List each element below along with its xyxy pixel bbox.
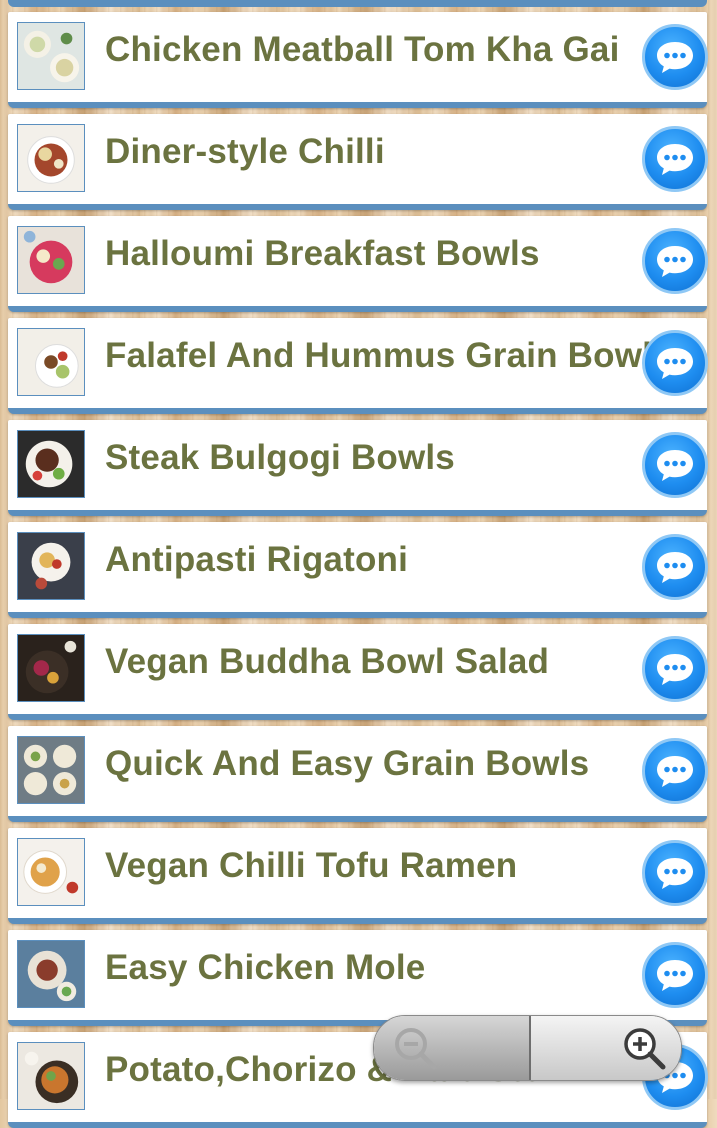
recipe-list: Chicken Meatball Tom Kha Gai Diner-style… — [0, 0, 717, 1128]
zoom-in-button[interactable] — [528, 1016, 681, 1080]
recipe-thumbnail — [17, 838, 85, 906]
recipe-thumbnail — [17, 736, 85, 804]
recipe-item[interactable]: Vegan Chilli Tofu Ramen — [8, 828, 708, 924]
recipe-item[interactable]: Halloumi Breakfast Bowls — [8, 216, 708, 312]
comment-button[interactable] — [642, 636, 708, 702]
zoom-in-icon — [624, 1028, 666, 1070]
comment-button[interactable] — [642, 330, 708, 396]
chat-bubble-icon — [657, 858, 693, 889]
recipe-thumbnail — [17, 532, 85, 600]
recipe-thumbnail — [17, 226, 85, 294]
recipe-item[interactable]: Chicken Meatball Tom Kha Gai — [8, 12, 708, 108]
recipe-title: Diner-style Chilli — [105, 132, 385, 171]
comment-button[interactable] — [642, 942, 708, 1008]
chat-bubble-icon — [657, 42, 693, 73]
recipe-title: Steak Bulgogi Bowls — [105, 438, 455, 477]
recipe-title: Chicken Meatball Tom Kha Gai — [105, 30, 620, 69]
chat-bubble-icon — [657, 246, 693, 277]
recipe-title: Vegan Chilli Tofu Ramen — [105, 846, 518, 885]
recipe-thumbnail — [17, 634, 85, 702]
recipe-thumbnail — [17, 430, 85, 498]
chat-bubble-icon — [657, 654, 693, 685]
recipe-title: Falafel And Hummus Grain Bowl — [105, 336, 653, 375]
recipe-item[interactable]: Vegan Buddha Bowl Salad — [8, 624, 708, 720]
comment-button[interactable] — [642, 228, 708, 294]
recipe-item[interactable]: Antipasti Rigatoni — [8, 522, 708, 618]
chat-bubble-icon — [657, 552, 693, 583]
comment-button[interactable] — [642, 432, 708, 498]
recipe-item[interactable]: Steak Bulgogi Bowls — [8, 420, 708, 516]
recipe-thumbnail — [17, 1042, 85, 1110]
recipe-thumbnail — [17, 328, 85, 396]
chat-bubble-icon — [657, 450, 693, 481]
comment-button[interactable] — [642, 840, 708, 906]
recipe-thumbnail — [17, 940, 85, 1008]
comment-button[interactable] — [642, 738, 708, 804]
recipe-title: Vegan Buddha Bowl Salad — [105, 642, 550, 681]
recipe-item[interactable]: Easy Chicken Mole — [8, 930, 708, 1026]
chat-bubble-icon — [657, 756, 693, 787]
comment-button[interactable] — [642, 126, 708, 192]
recipe-thumbnail — [17, 22, 85, 90]
chat-bubble-icon — [657, 960, 693, 991]
zoom-control — [373, 1015, 682, 1081]
recipe-item[interactable]: Quick And Easy Grain Bowls — [8, 726, 708, 822]
comment-button[interactable] — [642, 24, 708, 90]
recipe-title: Easy Chicken Mole — [105, 948, 426, 987]
recipe-item[interactable]: Falafel And Hummus Grain Bowl — [8, 318, 708, 414]
chat-bubble-icon — [657, 348, 693, 379]
zoom-out-button[interactable] — [374, 1016, 529, 1080]
recipe-title: Halloumi Breakfast Bowls — [105, 234, 540, 273]
chat-bubble-icon — [657, 144, 693, 175]
recipe-item[interactable]: Diner-style Chilli — [8, 114, 708, 210]
recipe-title: Quick And Easy Grain Bowls — [105, 744, 590, 783]
recipe-thumbnail — [17, 124, 85, 192]
comment-button[interactable] — [642, 534, 708, 600]
zoom-out-icon — [395, 1028, 437, 1070]
recipe-title: Antipasti Rigatoni — [105, 540, 409, 579]
